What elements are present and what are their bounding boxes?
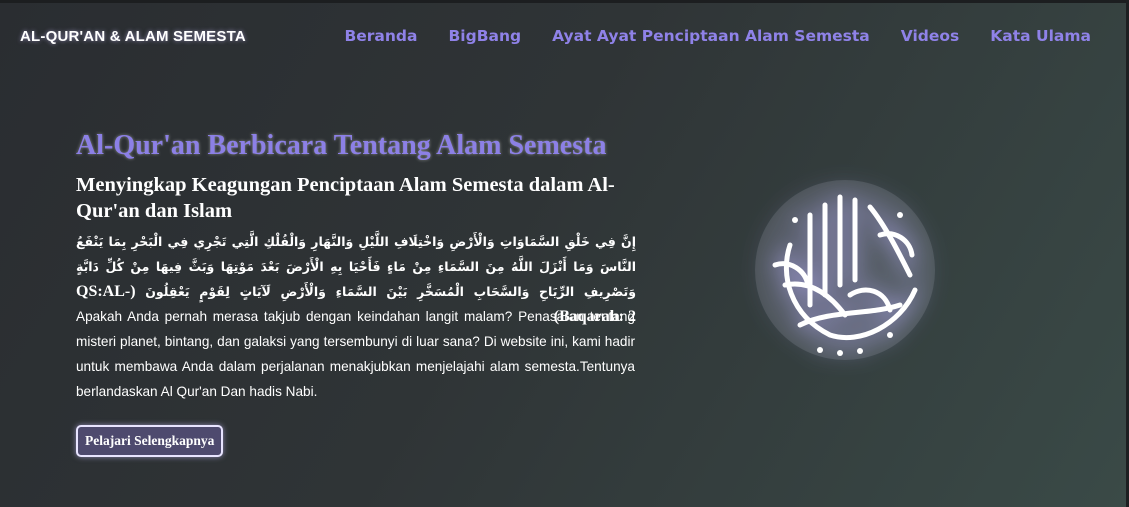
nav-link-bigbang[interactable]: BigBang bbox=[448, 27, 521, 45]
nav-link-kata-ulama[interactable]: Kata Ulama bbox=[990, 27, 1091, 45]
brand-logo[interactable]: AL-QUR'AN & ALAM SEMESTA bbox=[20, 28, 246, 45]
arabic-calligraphy-emblem-icon bbox=[755, 180, 935, 360]
hero-title: Al-Qur'an Berbicara Tentang Alam Semesta bbox=[76, 130, 607, 161]
verse-text: إِنَّ فِي خَلْقِ السَّمَاوَاتِ وَالْأَرْ… bbox=[76, 234, 636, 299]
nav-link-ayat-penciptaan[interactable]: Ayat Ayat Penciptaan Alam Semesta bbox=[552, 27, 870, 45]
nav-menu: Beranda BigBang Ayat Ayat Penciptaan Ala… bbox=[344, 27, 1091, 45]
hero-subtitle: Menyingkap Keagungan Penciptaan Alam Sem… bbox=[76, 174, 615, 222]
nav-link-videos[interactable]: Videos bbox=[901, 27, 960, 45]
hero-description: Apakah Anda pernah merasa takjub dengan … bbox=[76, 309, 635, 399]
nav-link-beranda[interactable]: Beranda bbox=[344, 27, 417, 45]
learn-more-button[interactable]: Pelajari Selengkapnya bbox=[76, 425, 224, 457]
navbar: AL-QUR'AN & ALAM SEMESTA Beranda BigBang… bbox=[0, 3, 1126, 69]
